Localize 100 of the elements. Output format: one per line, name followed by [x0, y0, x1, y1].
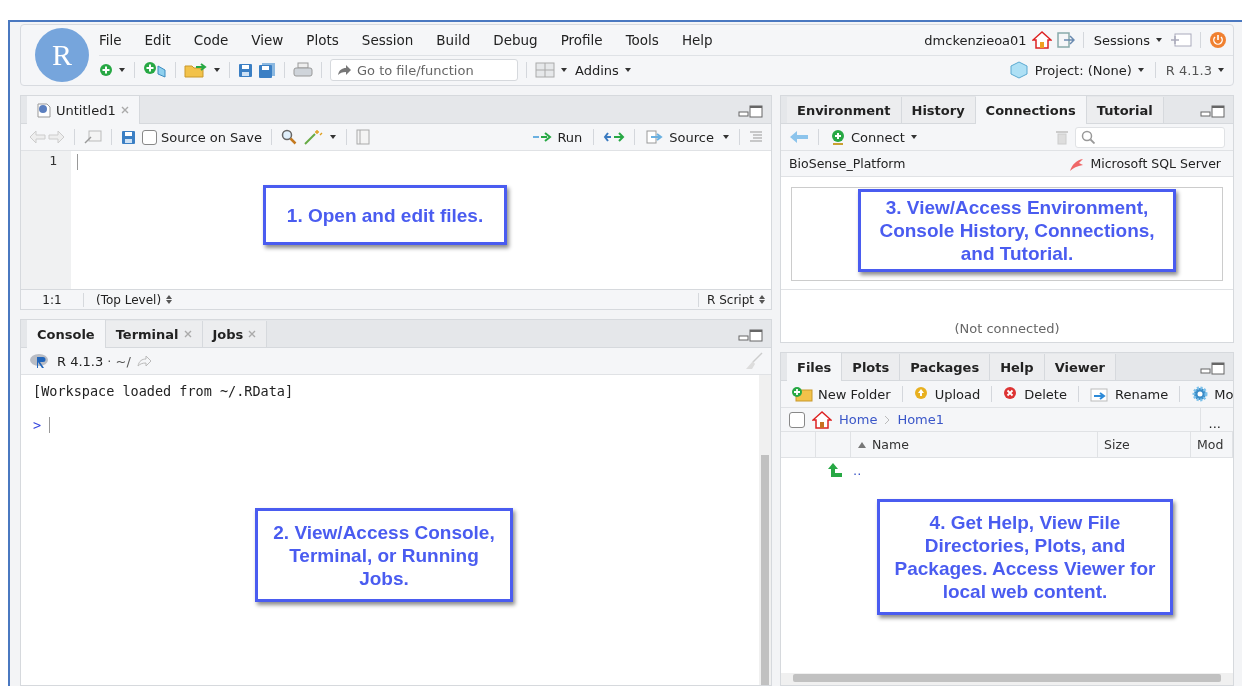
column-header[interactable]: Name: [851, 432, 1098, 457]
scrollbar[interactable]: [759, 375, 771, 685]
scrollbar[interactable]: [781, 673, 1233, 685]
tab[interactable]: Files: [787, 353, 843, 381]
r-document-icon: [37, 102, 51, 118]
home-icon[interactable]: [1031, 31, 1052, 49]
breadcrumb-link[interactable]: Home1: [897, 412, 945, 427]
tab[interactable]: History: [901, 97, 976, 123]
tab[interactable]: Packages: [900, 354, 991, 380]
go-to-file-field[interactable]: Go to file/function: [330, 59, 518, 81]
caret-icon[interactable]: [1217, 67, 1225, 73]
caret-icon[interactable]: [118, 67, 126, 73]
r-version-menu[interactable]: R 4.1.3: [1163, 62, 1227, 78]
tab[interactable]: Console: [27, 320, 106, 348]
pane-window-buttons-icon[interactable]: [1200, 105, 1225, 118]
caret-icon[interactable]: [329, 134, 338, 140]
tab[interactable]: Viewer: [1044, 354, 1116, 380]
caret-icon[interactable]: [1155, 37, 1163, 43]
rerun-icon[interactable]: [603, 131, 626, 143]
scope-selector[interactable]: (Top Level): [84, 292, 173, 307]
open-folder-icon[interactable]: [184, 62, 208, 78]
power-icon[interactable]: [1209, 31, 1227, 49]
new-file-icon[interactable]: [99, 63, 113, 77]
upload-button[interactable]: Upload: [911, 386, 983, 402]
menu-item[interactable]: Tools: [625, 32, 659, 48]
file-link[interactable]: ..: [853, 462, 862, 478]
close-icon[interactable]: [120, 106, 129, 114]
pane-window-buttons-icon[interactable]: [738, 105, 763, 118]
updown-icon: [166, 295, 173, 304]
tab[interactable]: Jobs: [202, 321, 268, 347]
notebook-icon[interactable]: [356, 129, 371, 145]
menu-item[interactable]: Edit: [144, 32, 171, 48]
caret-icon[interactable]: [909, 134, 918, 140]
select-all-checkbox[interactable]: [789, 411, 805, 428]
caret-icon[interactable]: [623, 67, 632, 73]
caret-icon[interactable]: [1136, 67, 1145, 73]
source-button[interactable]: Source: [644, 129, 716, 145]
run-button[interactable]: Run: [530, 129, 585, 145]
caret-icon[interactable]: [213, 67, 221, 73]
menu-item[interactable]: Profile: [560, 32, 603, 48]
breadcrumb-link[interactable]: Home: [839, 412, 878, 427]
tab[interactable]: Help: [990, 354, 1045, 380]
menu-item[interactable]: File: [99, 32, 122, 48]
search-field[interactable]: [1075, 126, 1225, 148]
addins-menu[interactable]: Addins: [573, 62, 634, 78]
menu-item[interactable]: Session: [361, 32, 414, 48]
file-type-selector[interactable]: R Script: [698, 292, 771, 307]
new-session-icon[interactable]: [1170, 32, 1192, 48]
close-icon[interactable]: [248, 330, 257, 338]
caret-icon[interactable]: [560, 67, 568, 73]
column-header[interactable]: Mod: [1191, 432, 1233, 457]
tab[interactable]: Plots: [842, 354, 901, 380]
go-to-directory-icon[interactable]: [136, 355, 151, 367]
rename-icon: [1089, 386, 1110, 402]
connect-button[interactable]: Connect: [828, 129, 920, 145]
tab[interactable]: Environment: [787, 97, 902, 123]
save-icon[interactable]: [238, 62, 253, 78]
menu-item[interactable]: Plots: [306, 32, 339, 48]
new-project-icon[interactable]: [143, 61, 167, 79]
save-icon[interactable]: [121, 129, 136, 145]
printer-icon[interactable]: [293, 62, 313, 78]
connect-icon: [830, 129, 846, 145]
sign-out-icon[interactable]: [1056, 32, 1075, 48]
home-icon[interactable]: [812, 410, 832, 429]
delete-button[interactable]: Delete: [1001, 386, 1069, 402]
magic-wand-icon[interactable]: [303, 129, 324, 145]
tab[interactable]: Tutorial: [1086, 97, 1164, 123]
more-button[interactable]: ...: [1199, 408, 1225, 431]
console-prompt: >: [33, 417, 42, 433]
menu-item[interactable]: Build: [436, 32, 471, 48]
parent-folder-icon[interactable]: [827, 462, 843, 478]
menu-item[interactable]: Debug: [493, 32, 538, 48]
save-all-icon[interactable]: [258, 62, 276, 78]
rename-button[interactable]: Rename: [1087, 386, 1171, 402]
new-folder-icon: [791, 386, 813, 402]
close-icon[interactable]: [183, 330, 192, 338]
callout: 4. Get Help, View File Directories, Plots, and Packages. Access Viewer for local web content.: [877, 499, 1173, 615]
cursor-position: 1:1: [21, 292, 84, 307]
r-version: R 4.1.3: [57, 353, 104, 369]
connection-row[interactable]: BioSense_Platform Microsoft SQL Server: [781, 151, 1233, 177]
new-folder-button[interactable]: New Folder: [789, 386, 893, 402]
tab[interactable]: Terminal: [105, 321, 203, 347]
menu-item[interactable]: Code: [193, 32, 229, 48]
pane-window-buttons-icon[interactable]: [738, 329, 763, 342]
column-header[interactable]: Size: [1098, 432, 1191, 457]
show-in-window-icon[interactable]: [84, 130, 102, 144]
search-icon: [1081, 130, 1095, 144]
search-icon[interactable]: [281, 129, 298, 145]
project-menu[interactable]: Project: (None): [1032, 62, 1147, 78]
more-button[interactable]: Mo: [1189, 385, 1236, 403]
tab[interactable]: Untitled1: [27, 96, 140, 124]
back-icon[interactable]: [789, 130, 809, 144]
console-output: [Workspace loaded from ~/.RData]: [33, 383, 295, 401]
source-on-save-checkbox[interactable]: Source on Save: [142, 129, 263, 145]
tab[interactable]: Connections: [975, 96, 1087, 124]
pane-window-buttons-icon[interactable]: [1200, 362, 1225, 375]
menu-item[interactable]: View: [251, 32, 284, 48]
sessions-menu[interactable]: Sessions: [1091, 32, 1165, 48]
caret-icon[interactable]: [722, 134, 730, 140]
menu-item[interactable]: Help: [681, 32, 713, 48]
